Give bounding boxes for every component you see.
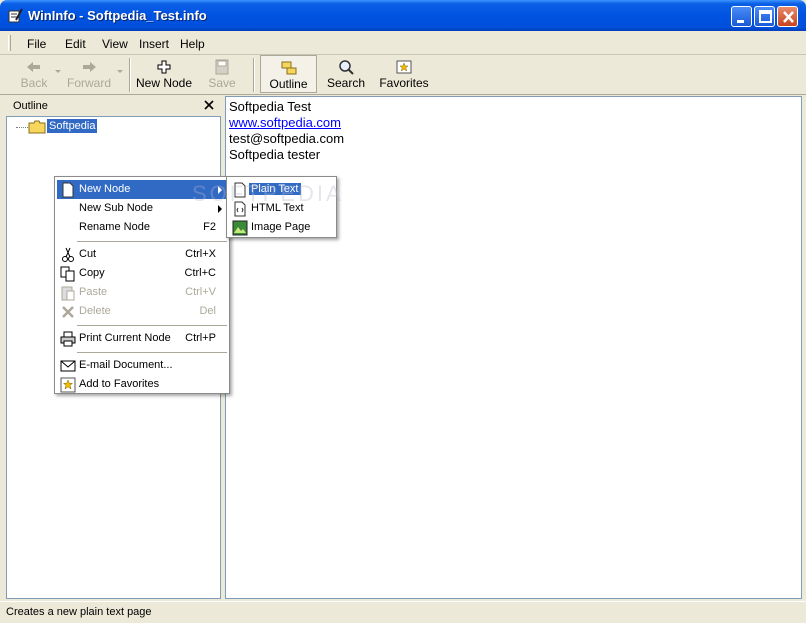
maximize-button[interactable] xyxy=(754,6,775,27)
menu-separator xyxy=(77,352,227,353)
content-line: Softpedia Test xyxy=(229,99,312,114)
title-bar[interactable]: WinInfo - Softpedia_Test.info xyxy=(0,0,806,31)
toolbar: Back Forward New Node Save Outline Searc… xyxy=(0,55,806,95)
submenu-arrow-icon xyxy=(218,186,222,194)
submenu-html-text[interactable]: HTML Text xyxy=(229,199,335,218)
save-button[interactable]: Save xyxy=(204,55,240,93)
printer-icon xyxy=(60,331,76,347)
outline-button[interactable]: Outline xyxy=(260,55,317,93)
ctx-copy[interactable]: Copy Ctrl+C xyxy=(57,264,228,283)
status-bar: Creates a new plain text page xyxy=(0,601,806,623)
floppy-disk-icon xyxy=(215,59,229,75)
menu-separator xyxy=(77,241,227,242)
content-pane[interactable]: Softpedia Test www.softpedia.com test@so… xyxy=(225,96,802,599)
menu-file[interactable]: File xyxy=(27,37,46,51)
folder-icon xyxy=(28,120,46,134)
forward-button[interactable]: Forward xyxy=(66,55,112,93)
favorites-star-icon xyxy=(60,377,76,393)
page-icon xyxy=(234,182,246,198)
html-page-icon xyxy=(234,201,246,217)
window-title: WinInfo - Softpedia_Test.info xyxy=(28,8,207,23)
menu-help[interactable]: Help xyxy=(180,37,205,51)
outline-folders-icon xyxy=(281,61,296,75)
forward-dropdown[interactable] xyxy=(116,55,124,93)
close-icon xyxy=(783,11,794,23)
ctx-delete[interactable]: Delete Del xyxy=(57,302,228,321)
menu-separator xyxy=(77,325,227,326)
tree-node-softpedia[interactable]: Softpedia xyxy=(47,119,98,133)
close-button[interactable] xyxy=(777,6,798,27)
menu-insert[interactable]: Insert xyxy=(139,37,169,51)
close-outline-icon[interactable] xyxy=(202,98,216,112)
toolbar-separator xyxy=(253,58,255,92)
back-dropdown-arrow-icon xyxy=(55,70,61,73)
toolbar-separator xyxy=(129,58,131,92)
content-link[interactable]: www.softpedia.com xyxy=(229,115,798,131)
new-node-button[interactable]: New Node xyxy=(136,55,192,93)
status-text: Creates a new plain text page xyxy=(6,606,152,618)
new-node-submenu: Plain Text HTML Text Image Page xyxy=(226,176,337,238)
favorites-star-icon xyxy=(396,60,412,74)
menubar-grip[interactable] xyxy=(8,35,11,51)
minimize-button[interactable] xyxy=(731,6,752,27)
ctx-rename-node[interactable]: Rename Node F2 xyxy=(57,218,228,237)
email-envelope-icon xyxy=(60,360,76,372)
plus-icon xyxy=(157,60,171,74)
image-page-icon xyxy=(232,220,248,236)
scissors-icon xyxy=(62,247,74,262)
submenu-plain-text[interactable]: Plain Text xyxy=(229,180,335,199)
maximize-icon xyxy=(759,10,772,23)
back-dropdown[interactable] xyxy=(54,55,62,93)
app-window: WinInfo - Softpedia_Test.info File Edit … xyxy=(0,0,806,623)
ctx-email-document[interactable]: E-mail Document... xyxy=(57,356,228,375)
menu-view[interactable]: View xyxy=(102,37,128,51)
search-button[interactable]: Search xyxy=(323,55,369,93)
copy-icon xyxy=(60,266,75,282)
paste-clipboard-icon xyxy=(61,286,75,301)
ctx-paste[interactable]: Paste Ctrl+V xyxy=(57,283,228,302)
ctx-print-current-node[interactable]: Print Current Node Ctrl+P xyxy=(57,329,228,348)
content-line: Softpedia tester xyxy=(229,147,321,162)
content-line: test@softpedia.com xyxy=(229,131,345,146)
page-icon xyxy=(62,182,74,198)
menu-edit[interactable]: Edit xyxy=(65,37,86,51)
forward-arrow-icon xyxy=(83,62,96,72)
ctx-new-node[interactable]: New Node xyxy=(57,180,228,199)
submenu-image-page[interactable]: Image Page xyxy=(229,218,335,237)
search-icon xyxy=(339,60,354,75)
ctx-add-to-favorites[interactable]: Add to Favorites xyxy=(57,375,228,394)
minimize-icon xyxy=(737,20,744,23)
app-pen-icon xyxy=(8,8,23,23)
tree-connector-line xyxy=(16,127,28,128)
back-button[interactable]: Back xyxy=(14,55,54,93)
outline-header: Outline xyxy=(6,96,221,116)
outline-header-label: Outline xyxy=(13,100,48,112)
ctx-new-sub-node[interactable]: New Sub Node xyxy=(57,199,228,218)
context-menu: New Node New Sub Node Rename Node F2 Cut… xyxy=(54,176,230,394)
favorites-button[interactable]: Favorites xyxy=(378,55,430,93)
ctx-cut[interactable]: Cut Ctrl+X xyxy=(57,245,228,264)
forward-dropdown-arrow-icon xyxy=(117,70,123,73)
submenu-arrow-icon xyxy=(218,205,222,213)
delete-x-icon xyxy=(62,306,74,318)
back-arrow-icon xyxy=(27,62,40,72)
menu-bar: File Edit View Insert Help xyxy=(0,31,806,55)
